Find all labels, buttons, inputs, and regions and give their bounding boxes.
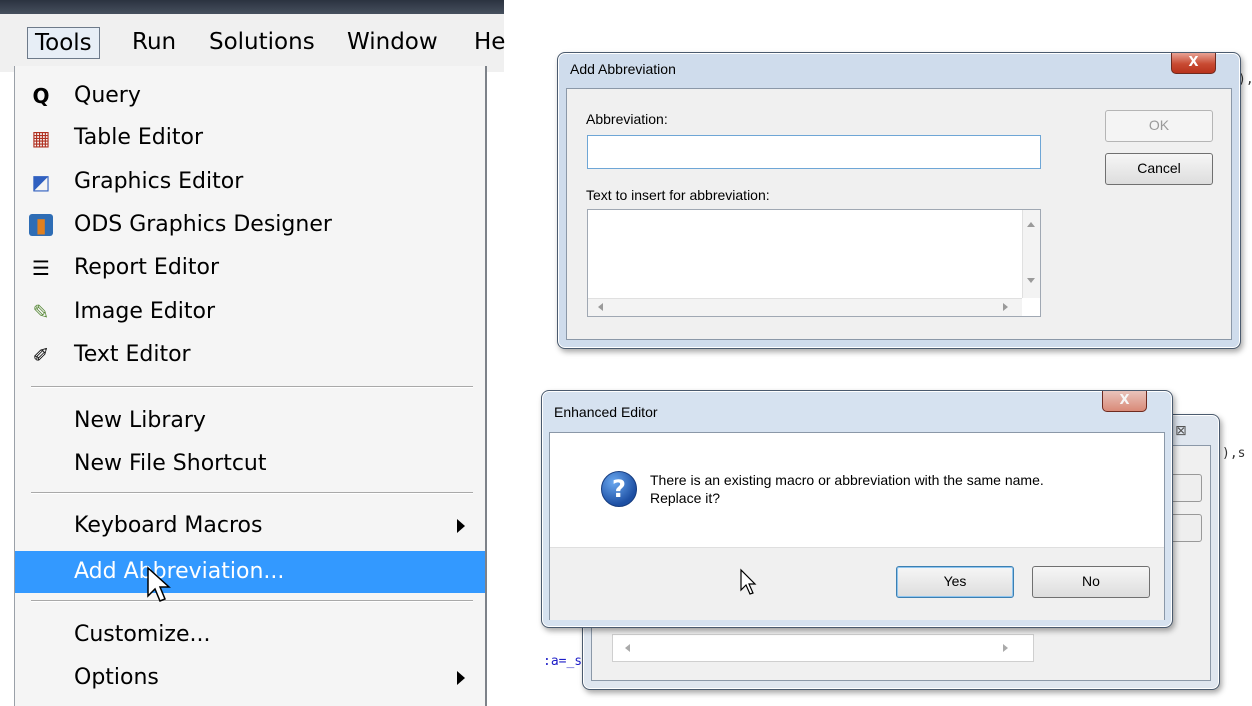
scroll-right-icon <box>1003 644 1008 652</box>
menu-item-text-editor[interactable]: ✐ Text Editor <box>15 335 485 375</box>
background-scrollbar <box>612 634 1034 662</box>
menu-item-label: Table Editor <box>74 125 203 150</box>
vertical-scrollbar[interactable] <box>1022 210 1040 298</box>
close-icon[interactable]: X <box>1171 53 1216 74</box>
dialog-client-area: Abbreviation: Text to insert for abbrevi… <box>566 88 1232 340</box>
mouse-cursor-icon <box>740 568 757 595</box>
background-code: ),s <box>1222 446 1246 461</box>
text-to-insert-label: Text to insert for abbreviation: <box>586 187 770 203</box>
no-button[interactable]: No <box>1032 566 1150 598</box>
horizontal-scrollbar[interactable] <box>588 298 1022 316</box>
menu-item-ods-graphics-designer[interactable]: ▮ ODS Graphics Designer <box>15 205 485 245</box>
abbreviation-label: Abbreviation: <box>586 111 668 127</box>
menu-solutions[interactable]: Solutions <box>209 28 315 56</box>
add-abbreviation-dialog: Add Abbreviation X Abbreviation: Text to… <box>557 52 1241 349</box>
menu-item-new-library[interactable]: New Library <box>15 401 485 441</box>
menu-item-options[interactable]: Options <box>15 658 485 698</box>
menu-item-label: Graphics Editor <box>74 169 244 194</box>
close-icon[interactable]: X <box>1102 391 1147 412</box>
image-editor-icon: ✎ <box>32 300 50 324</box>
abbreviation-input[interactable] <box>587 135 1041 169</box>
scroll-down-icon[interactable] <box>1027 278 1035 283</box>
button-bar: Yes No <box>550 547 1164 620</box>
text-to-insert-textarea[interactable] <box>587 209 1041 317</box>
menu-separator <box>31 492 473 494</box>
message-line: Replace it? <box>650 490 721 506</box>
close-icon: ⊠ <box>1175 423 1187 439</box>
menu-item-label: Image Editor <box>74 299 216 324</box>
dialog-client-area: ? There is an existing macro or abbrevia… <box>549 432 1165 620</box>
ok-button[interactable]: OK <box>1105 110 1213 142</box>
scroll-right-icon[interactable] <box>1003 303 1008 311</box>
menu-separator <box>31 386 473 388</box>
scroll-left-icon <box>625 644 630 652</box>
menu-item-label: Report Editor <box>74 255 220 280</box>
background-code: :a=_s <box>543 654 583 669</box>
menu-item-label: ODS Graphics Designer <box>74 212 332 237</box>
menu-item-graphics-editor[interactable]: ◩ Graphics Editor <box>15 162 485 202</box>
dialog-title: Enhanced Editor <box>554 404 658 420</box>
tools-menu: Q Query ▦ Table Editor ◩ Graphics Editor… <box>14 66 487 706</box>
message-text: There is an existing macro or abbreviati… <box>650 471 1044 507</box>
menu-item-label: Add Abbreviation... <box>74 559 285 584</box>
scroll-left-icon[interactable] <box>598 303 603 311</box>
text-editor-icon: ✐ <box>32 343 50 367</box>
menu-item-keyboard-macros[interactable]: Keyboard Macros <box>15 506 485 546</box>
ods-graphics-icon: ▮ <box>29 214 53 236</box>
menu-help[interactable]: He <box>474 28 505 56</box>
dialog-title: Add Abbreviation <box>570 61 676 77</box>
graphics-editor-icon: ◩ <box>31 170 51 194</box>
menu-item-new-file-shortcut[interactable]: New File Shortcut <box>15 444 485 484</box>
query-icon: Q <box>32 84 50 108</box>
yes-button[interactable]: Yes <box>896 566 1014 598</box>
menu-item-label: Options <box>74 665 159 690</box>
menu-item-label: New Library <box>74 408 206 433</box>
menu-separator <box>31 600 473 602</box>
report-editor-icon: ☰ <box>32 256 50 280</box>
message-line: There is an existing macro or abbreviati… <box>650 472 1044 488</box>
scroll-up-icon[interactable] <box>1027 222 1035 227</box>
menu-item-label: New File Shortcut <box>74 451 267 476</box>
enhanced-editor-dialog: Enhanced Editor X ? There is an existing… <box>541 390 1173 628</box>
menu-item-report-editor[interactable]: ☰ Report Editor <box>15 248 485 288</box>
menu-window[interactable]: Window <box>347 28 438 56</box>
mouse-cursor-icon <box>147 566 171 602</box>
menu-item-label: Query <box>74 83 141 108</box>
question-icon: ? <box>601 471 637 507</box>
menu-item-table-editor[interactable]: ▦ Table Editor <box>15 118 485 158</box>
submenu-arrow-icon <box>457 671 465 685</box>
menu-tools[interactable]: Tools <box>27 27 100 59</box>
title-strip <box>0 0 504 14</box>
menu-item-add-abbreviation[interactable]: Add Abbreviation... <box>15 551 485 593</box>
menu-item-label: Customize... <box>74 622 211 647</box>
menu-item-image-editor[interactable]: ✎ Image Editor <box>15 292 485 332</box>
menu-item-customize[interactable]: Customize... <box>15 615 485 655</box>
table-editor-icon: ▦ <box>31 126 51 150</box>
menu-run[interactable]: Run <box>132 28 176 56</box>
menu-item-label: Text Editor <box>74 342 191 367</box>
submenu-arrow-icon <box>457 519 465 533</box>
cancel-button[interactable]: Cancel <box>1105 153 1213 185</box>
menu-item-label: Keyboard Macros <box>74 513 263 538</box>
menu-bar: Tools Run Solutions Window He <box>0 0 505 72</box>
menu-item-query[interactable]: Q Query <box>15 76 485 116</box>
